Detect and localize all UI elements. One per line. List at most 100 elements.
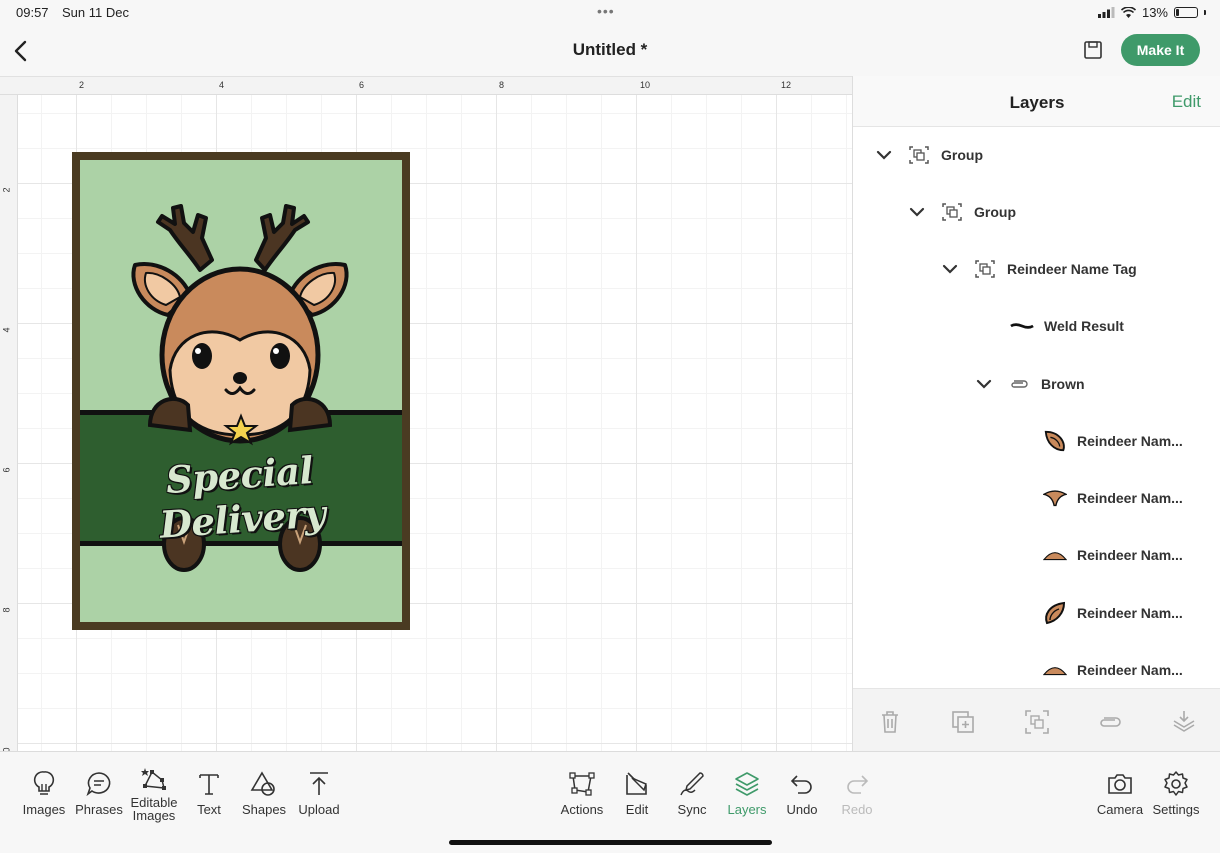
ruler-label: 2	[79, 80, 85, 90]
status-time: 09:57	[16, 5, 49, 20]
battery-icon	[1174, 7, 1198, 18]
layer-label: Weld Result	[1044, 318, 1124, 334]
layer-row-group[interactable]: Group	[908, 192, 1016, 232]
layer-label: Reindeer Nam...	[1077, 605, 1183, 621]
layers-panel-header: Layers Edit	[853, 76, 1220, 127]
attach-icon	[1007, 373, 1031, 395]
chevron-down-icon[interactable]	[908, 203, 926, 221]
save-icon[interactable]	[1082, 39, 1104, 61]
text-icon	[199, 774, 219, 795]
ruler-horizontal: 2 4 6 8 10 12	[0, 77, 852, 95]
edit-icon	[626, 772, 647, 795]
shapes-icon	[250, 771, 275, 796]
tool-label: Text	[197, 802, 221, 817]
tool-label: Edit	[625, 802, 649, 817]
status-bar: 09:57 Sun 11 Dec ••• 13%	[0, 0, 1220, 26]
camera-icon	[1108, 774, 1132, 794]
top-bar: Untitled * Make It	[0, 26, 1220, 76]
ruler-label: 4	[219, 80, 225, 90]
battery-tip	[1204, 10, 1206, 15]
redo-button[interactable]: Redo	[825, 770, 889, 817]
wifi-icon	[1120, 7, 1136, 18]
camera-button[interactable]: Camera	[1088, 770, 1152, 817]
weld-result-thumbnail	[1010, 315, 1034, 337]
chevron-down-icon[interactable]	[941, 260, 959, 278]
layers-icon	[735, 772, 759, 796]
layer-row-weld-result[interactable]: Weld Result	[1010, 306, 1124, 346]
group-icon[interactable]	[1024, 709, 1050, 735]
reindeer-card-artwork[interactable]: Special Delivery	[72, 152, 410, 630]
tool-label: Redo	[841, 802, 873, 817]
redo-icon	[847, 775, 869, 794]
ruler-label: 4	[1, 327, 12, 333]
bottom-toolbar: Images Phrases Editable Images Text Shap…	[0, 751, 1220, 853]
semicircle-thumbnail	[1043, 544, 1067, 566]
ruler-label: 6	[1, 467, 12, 473]
tool-label: Undo	[786, 802, 818, 817]
layer-row-reindeer-part[interactable]: Reindeer Nam...	[1043, 535, 1183, 575]
ruler-label: 8	[499, 80, 505, 90]
gear-icon	[1164, 771, 1188, 796]
lightbulb-icon	[33, 771, 55, 795]
group-icon	[940, 201, 964, 223]
layer-row-reindeer-name-tag[interactable]: Reindeer Name Tag	[941, 249, 1137, 289]
tool-label: Camera	[1096, 802, 1144, 817]
make-it-button[interactable]: Make It	[1121, 34, 1200, 66]
upload-button[interactable]: Upload	[287, 770, 351, 817]
speech-bubble-icon	[86, 772, 111, 797]
battery-percent: 13%	[1141, 5, 1168, 20]
reindeer-illustration	[131, 204, 349, 572]
layers-edit-button[interactable]: Edit	[1172, 92, 1201, 112]
ruler-label: 12	[781, 80, 792, 90]
layer-row-reindeer-part[interactable]: Reindeer Nam...	[1043, 421, 1183, 461]
chevron-down-icon[interactable]	[875, 146, 893, 164]
actions-icon	[569, 772, 595, 796]
layer-row-brown[interactable]: Brown	[975, 364, 1085, 404]
tool-label: Upload	[298, 802, 340, 817]
layer-label: Brown	[1041, 376, 1085, 392]
layer-row-reindeer-part[interactable]: Reindeer Nam...	[1043, 478, 1183, 518]
antler-base-thumbnail	[1043, 487, 1067, 509]
undo-icon	[790, 775, 812, 794]
layers-panel: Layers Edit Group Group Reindeer Name Ta…	[852, 76, 1220, 751]
layer-row-reindeer-part[interactable]: Reindeer Nam...	[1043, 650, 1183, 690]
ruler-label: 6	[359, 80, 365, 90]
tool-label: Actions	[560, 802, 604, 817]
attach-icon[interactable]	[1097, 709, 1123, 735]
layers-panel-footer	[853, 688, 1220, 751]
tool-label: Layers	[727, 802, 767, 817]
tool-label: Editable Images	[130, 795, 178, 823]
duplicate-icon[interactable]	[950, 709, 976, 735]
card-background: Special Delivery	[80, 160, 402, 622]
cellular-signal-icon	[1097, 7, 1115, 18]
design-canvas[interactable]: 2 4 6 8 10 12 2 4 6 8 0 Special Delivery	[0, 76, 852, 751]
layer-row-reindeer-part[interactable]: Reindeer Nam...	[1043, 593, 1183, 633]
ear-shape-thumbnail	[1043, 601, 1067, 625]
flatten-icon[interactable]	[1171, 709, 1197, 735]
layer-label: Reindeer Nam...	[1077, 547, 1183, 563]
layers-panel-title: Layers	[1009, 93, 1065, 112]
tool-label: Images	[22, 802, 66, 817]
editable-images-icon	[141, 768, 166, 790]
settings-button[interactable]: Settings	[1144, 770, 1208, 817]
project-title: Untitled *	[572, 40, 648, 59]
home-indicator[interactable]	[449, 840, 772, 845]
chevron-down-icon[interactable]	[975, 375, 993, 393]
tool-label: Settings	[1152, 802, 1200, 817]
upload-icon	[310, 772, 328, 795]
layer-row-group[interactable]: Group	[875, 135, 983, 175]
layer-label: Reindeer Name Tag	[1007, 261, 1137, 277]
layer-label: Reindeer Nam...	[1077, 433, 1183, 449]
ear-shape-thumbnail	[1043, 430, 1067, 452]
ruler-vertical: 2 4 6 8 0	[0, 95, 18, 751]
tool-label: Sync	[677, 802, 707, 817]
trash-icon[interactable]	[877, 709, 903, 735]
status-date: Sun 11 Dec	[62, 5, 129, 20]
multitasking-dots-icon[interactable]: •••	[597, 3, 615, 19]
ruler-label: 10	[640, 80, 651, 90]
group-icon	[973, 258, 997, 280]
layer-label: Reindeer Nam...	[1077, 662, 1183, 678]
group-icon	[907, 144, 931, 166]
ruler-label: 2	[1, 187, 12, 193]
ruler-label: 8	[1, 607, 12, 613]
